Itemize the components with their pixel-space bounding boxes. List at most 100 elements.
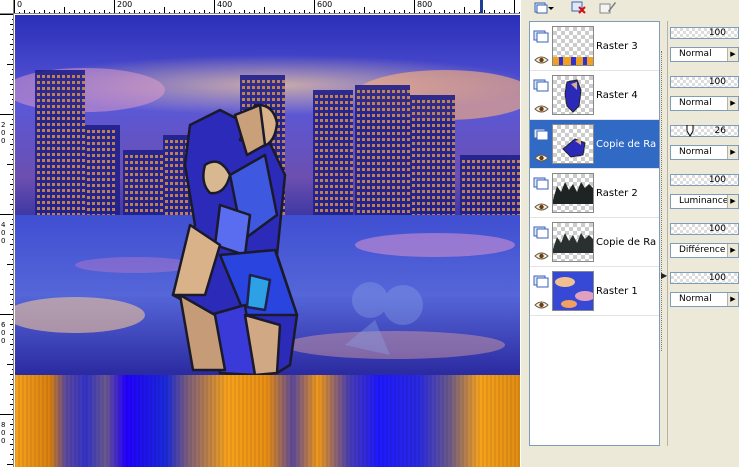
layer-thumbnail[interactable] bbox=[552, 75, 594, 115]
layer-thumbnail[interactable] bbox=[552, 26, 594, 66]
blend-mode-select[interactable]: Différence ▶ bbox=[670, 243, 739, 258]
opacity-slider[interactable]: 100 bbox=[670, 174, 739, 186]
layer-list[interactable]: Raster 3 Raster 4 Copie de Ra Raster 2 Copie… bbox=[529, 21, 660, 446]
blend-mode-select[interactable]: Normal ▶ bbox=[670, 292, 739, 307]
layer-type-icon[interactable] bbox=[533, 126, 550, 141]
ruler-h-label: 600 bbox=[317, 0, 333, 9]
ruler-v-label: 0 bbox=[1, 329, 6, 337]
layer-properties: 100 Différence ▶ bbox=[668, 217, 739, 266]
ruler-h-label: 800 bbox=[417, 0, 433, 9]
layer-name[interactable]: Copie de Ra bbox=[596, 237, 658, 248]
layer-row[interactable]: Copie de Ra bbox=[530, 218, 659, 267]
layer-properties: 100 Normal ▶ bbox=[668, 70, 739, 119]
eye-icon[interactable] bbox=[534, 295, 549, 309]
layers-toolbar bbox=[521, 0, 739, 17]
opacity-value: 100 bbox=[708, 175, 726, 185]
ruler-v-label: 0 bbox=[1, 429, 6, 437]
new-layer-icon bbox=[534, 2, 548, 13]
ruler-position-marker bbox=[480, 0, 483, 13]
opacity-value: 100 bbox=[708, 224, 726, 234]
dropdown-arrow-icon[interactable]: ▶ bbox=[727, 293, 738, 306]
opacity-slider[interactable]: 100 bbox=[670, 223, 739, 235]
ruler-v-label: 4 bbox=[1, 221, 6, 229]
dropdown-arrow-icon[interactable]: ▶ bbox=[727, 48, 738, 61]
layer-name[interactable]: Raster 1 bbox=[596, 286, 658, 297]
opacity-slider[interactable]: 26 bbox=[670, 125, 739, 137]
edit-layer-icon bbox=[599, 1, 616, 13]
ruler-v-label: 6 bbox=[1, 321, 6, 329]
opacity-value: 100 bbox=[708, 28, 726, 38]
layer-row[interactable]: Raster 2 bbox=[530, 169, 659, 218]
layer-name[interactable]: Raster 2 bbox=[596, 188, 658, 199]
blend-mode-select[interactable]: Normal ▶ bbox=[670, 96, 739, 111]
layer-type-icon[interactable] bbox=[533, 28, 550, 43]
ruler-v-label: 0 bbox=[1, 229, 6, 237]
opacity-value: 100 bbox=[708, 77, 726, 87]
layer-name[interactable]: Raster 3 bbox=[596, 41, 658, 52]
layer-properties: 100 Luminance ▶ bbox=[668, 168, 739, 217]
eye-icon[interactable] bbox=[534, 50, 549, 64]
new-layer-button[interactable] bbox=[531, 0, 557, 15]
ruler-h-label: 200 bbox=[117, 0, 133, 9]
dropdown-arrow-icon[interactable]: ▶ bbox=[727, 97, 738, 110]
dropdown-arrow-icon[interactable]: ▶ bbox=[727, 244, 738, 257]
vertical-ruler[interactable]: 2 0 0 4 0 0 6 0 0 8 0 0 bbox=[0, 14, 14, 467]
ruler-h-label: 0 bbox=[17, 0, 23, 9]
blend-mode-select[interactable]: Normal ▶ bbox=[670, 47, 739, 62]
layer-properties: 100 Normal ▶ bbox=[668, 266, 739, 315]
blend-mode-value: Normal bbox=[679, 49, 712, 59]
layer-properties: 100 Normal ▶ bbox=[668, 21, 739, 70]
eye-icon[interactable] bbox=[534, 99, 549, 113]
layer-type-icon[interactable] bbox=[533, 175, 550, 190]
opacity-value: 26 bbox=[714, 126, 726, 136]
layer-type-icon[interactable] bbox=[533, 224, 550, 239]
splitter-dots bbox=[661, 51, 664, 351]
eye-icon[interactable] bbox=[534, 148, 549, 162]
layer-row[interactable]: Raster 4 bbox=[530, 71, 659, 120]
blend-mode-value: Normal bbox=[679, 98, 712, 108]
ruler-v-label: 8 bbox=[1, 421, 6, 429]
blend-mode-value: Différence bbox=[679, 245, 726, 255]
image-canvas-area[interactable]: 0 200 400 600 800 2 0 0 4 0 0 6 0 0 8 0 … bbox=[0, 0, 652, 467]
chevron-down-icon bbox=[548, 6, 554, 10]
opacity-slider[interactable]: 100 bbox=[670, 27, 739, 39]
ruler-corner bbox=[0, 0, 14, 14]
eye-icon[interactable] bbox=[534, 246, 549, 260]
edit-layer-button[interactable] bbox=[597, 0, 619, 15]
opacity-value: 100 bbox=[708, 273, 726, 283]
dropdown-arrow-icon[interactable]: ▶ bbox=[727, 195, 738, 208]
layer-row[interactable]: Raster 1 bbox=[530, 267, 659, 316]
app-window: 0 200 400 600 800 2 0 0 4 0 0 6 0 0 8 0 … bbox=[0, 0, 739, 467]
horizontal-ruler[interactable]: 0 200 400 600 800 bbox=[14, 0, 520, 14]
palette-splitter[interactable]: ▶ bbox=[660, 21, 667, 446]
layer-row[interactable]: Raster 3 bbox=[530, 22, 659, 71]
dropdown-arrow-icon[interactable]: ▶ bbox=[727, 146, 738, 159]
ruler-v-label: 0 bbox=[1, 237, 6, 245]
layer-thumbnail[interactable] bbox=[552, 124, 594, 164]
layer-thumbnail[interactable] bbox=[552, 222, 594, 262]
layer-row[interactable]: Copie de Ra bbox=[530, 120, 659, 169]
layer-name[interactable]: Raster 4 bbox=[596, 90, 658, 101]
layer-thumbnail[interactable] bbox=[552, 173, 594, 213]
opacity-slider[interactable]: 100 bbox=[670, 272, 739, 284]
blend-mode-select[interactable]: Luminance ▶ bbox=[670, 194, 739, 209]
ruler-v-label: 0 bbox=[1, 137, 6, 145]
delete-layer-icon bbox=[571, 1, 586, 14]
opacity-slider-thumb[interactable] bbox=[686, 125, 694, 137]
blend-mode-value: Normal bbox=[679, 294, 712, 304]
layer-type-icon[interactable] bbox=[533, 273, 550, 288]
layer-type-icon[interactable] bbox=[533, 77, 550, 92]
ruler-h-label: 400 bbox=[217, 0, 233, 9]
layers-palette: Raster 3 Raster 4 Copie de Ra Raster 2 Copie… bbox=[520, 0, 739, 467]
blend-mode-select[interactable]: Normal ▶ bbox=[670, 145, 739, 160]
ruler-v-label: 0 bbox=[1, 129, 6, 137]
layer-thumbnail[interactable] bbox=[552, 271, 594, 311]
layer-name[interactable]: Copie de Ra bbox=[596, 139, 658, 150]
opacity-slider[interactable]: 100 bbox=[670, 76, 739, 88]
artwork-image[interactable] bbox=[15, 15, 520, 467]
delete-layer-button[interactable] bbox=[569, 0, 589, 15]
eye-icon[interactable] bbox=[534, 197, 549, 211]
ruler-v-label: 0 bbox=[1, 437, 6, 445]
blend-mode-value: Normal bbox=[679, 147, 712, 157]
ruler-h-ticks bbox=[14, 0, 520, 13]
